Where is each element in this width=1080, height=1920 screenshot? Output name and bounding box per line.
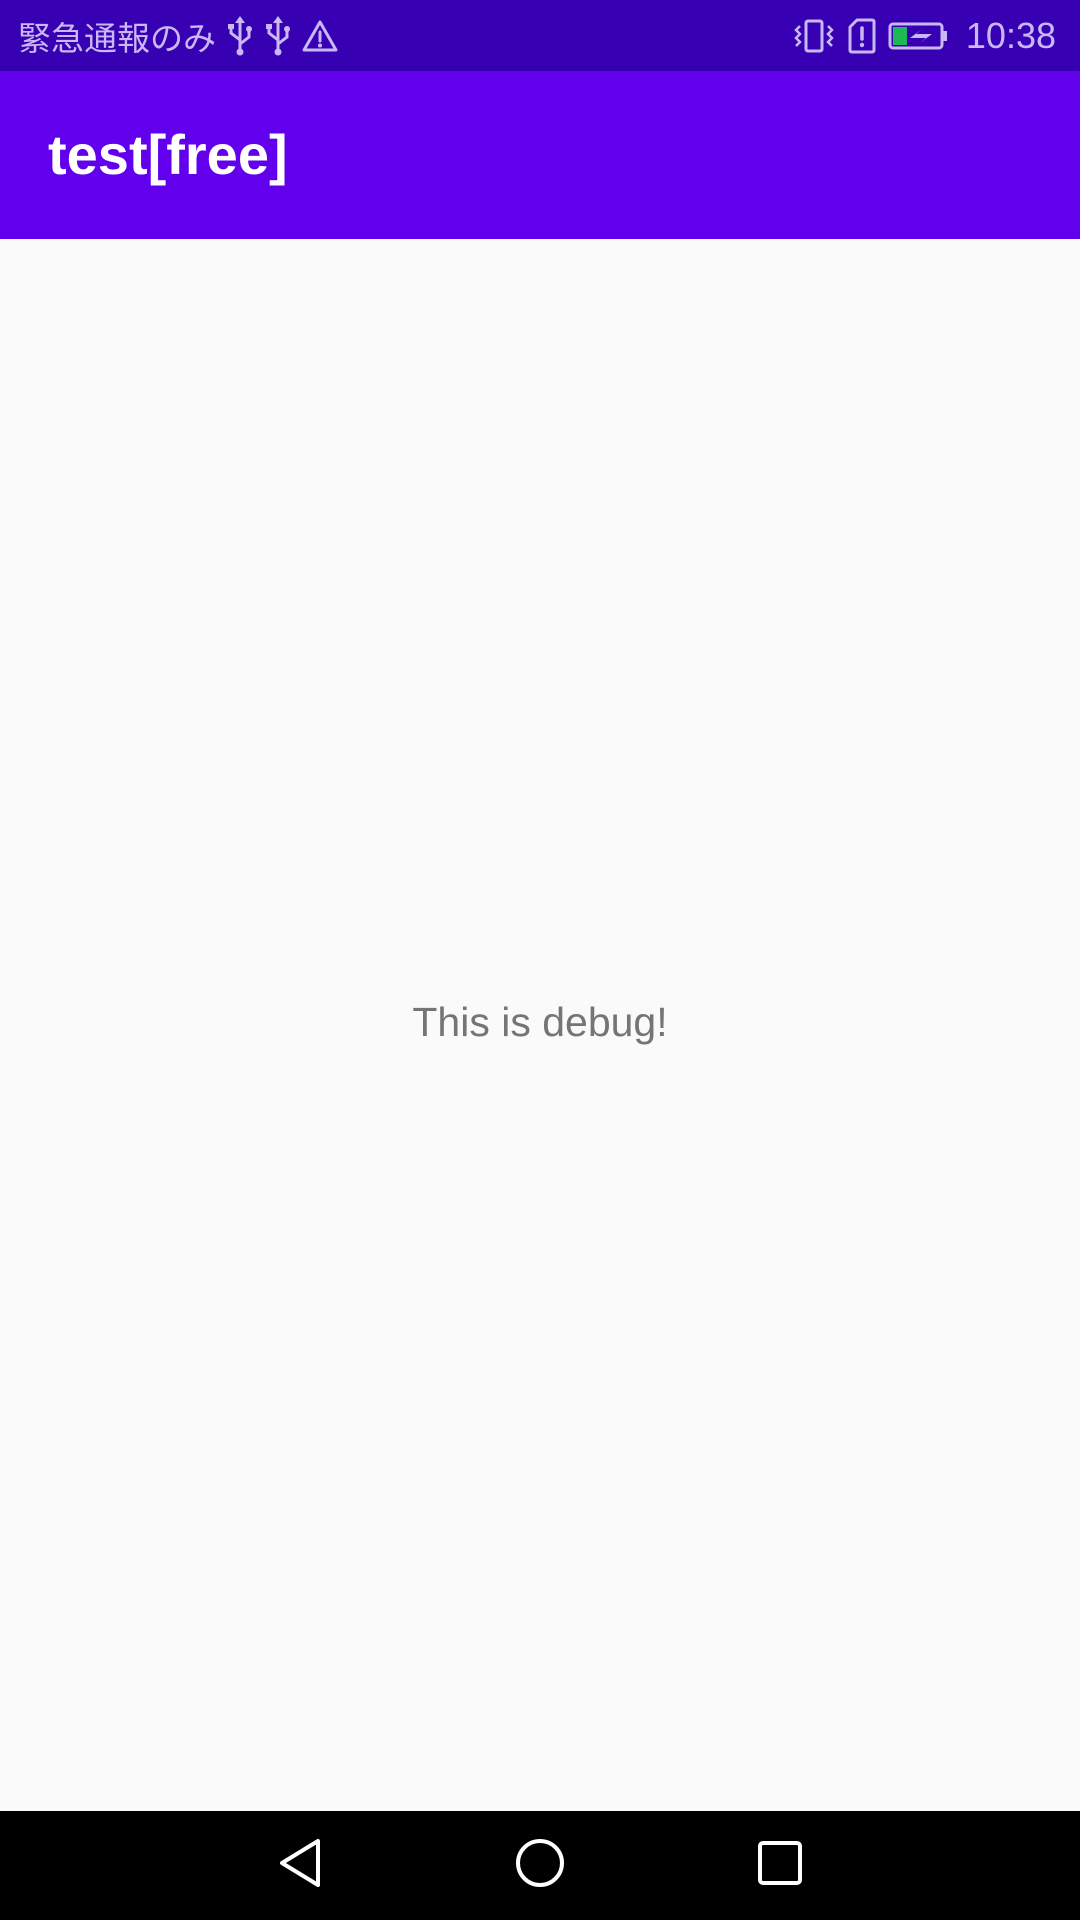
home-icon <box>514 1837 566 1894</box>
battery-charging-icon <box>888 21 948 51</box>
back-button[interactable] <box>240 1811 360 1920</box>
status-left: 緊急通報のみ <box>18 0 338 71</box>
carrier-text: 緊急通報のみ <box>18 18 216 58</box>
app-bar: test[free] <box>0 71 1080 239</box>
home-button[interactable] <box>480 1811 600 1920</box>
status-bar: 緊急通報のみ 10:38 <box>0 0 1080 71</box>
vibrate-icon <box>792 18 836 54</box>
main-content: This is debug! <box>0 239 1080 1811</box>
recents-button[interactable] <box>720 1811 840 1920</box>
usb-icon <box>264 15 292 56</box>
clock: 10:38 <box>965 14 1056 56</box>
usb-icon <box>226 15 254 56</box>
app-title: test[free] <box>48 123 288 186</box>
debug-message: This is debug! <box>412 999 668 1045</box>
warning-icon <box>302 19 338 53</box>
navigation-bar <box>0 1811 1080 1920</box>
status-right: 10:38 <box>792 0 1056 71</box>
sim-alert-icon <box>848 18 876 54</box>
recents-icon <box>756 1839 804 1892</box>
back-icon <box>276 1837 324 1894</box>
